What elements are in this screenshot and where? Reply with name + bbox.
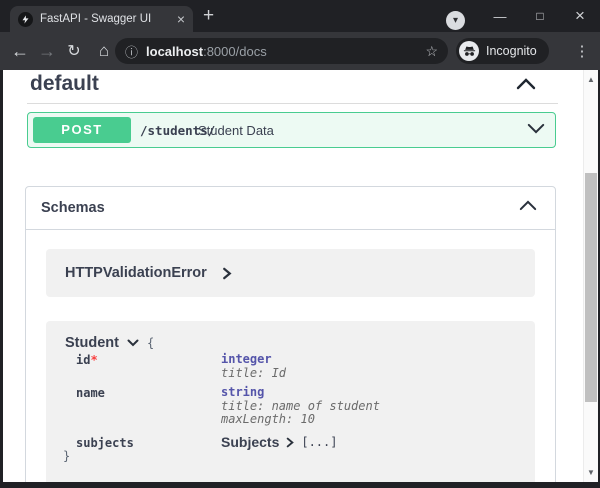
- property-detail: Subjects [...]: [221, 436, 380, 450]
- property-meta: maxLength: 10: [221, 413, 380, 427]
- window-controls: — □ ×: [480, 0, 600, 32]
- page-scrollbar[interactable]: ▲ ▼: [583, 70, 598, 482]
- tab-strip: FastAPI - Swagger UI × + ▾ — □ ×: [0, 0, 600, 32]
- url-text: localhost:8000/docs: [146, 44, 419, 59]
- model-student-properties: id* integer title: Id name string title:…: [76, 353, 380, 449]
- subjects-model-link[interactable]: Subjects: [221, 436, 279, 450]
- scrollbar-down-arrow-icon[interactable]: ▼: [584, 468, 598, 477]
- address-bar[interactable]: ⓘ localhost:8000/docs ☆: [115, 38, 448, 64]
- fastapi-favicon-icon: [18, 12, 33, 27]
- section-divider: [27, 103, 558, 104]
- schemas-title: Schemas: [41, 200, 105, 216]
- browser-menu-button[interactable]: ⋮: [570, 32, 594, 70]
- http-method-badge: POST: [33, 117, 131, 143]
- new-tab-button[interactable]: +: [203, 5, 214, 27]
- endpoint-expand-chevron-down-icon[interactable]: [527, 123, 545, 134]
- forward-button[interactable]: →: [33, 32, 61, 70]
- property-name: id*: [76, 354, 98, 368]
- url-path: :8000/docs: [203, 44, 267, 59]
- tab-title: FastAPI - Swagger UI: [40, 13, 171, 25]
- model-httpvalidationerror-name: HTTPValidationError: [65, 265, 207, 281]
- model-httpvalidationerror[interactable]: HTTPValidationError: [46, 249, 535, 297]
- property-detail: string title: name of student maxLength:…: [221, 386, 380, 427]
- model-student-header[interactable]: Student {: [65, 335, 154, 351]
- model-student: Student { id* integer title: Id: [46, 321, 535, 482]
- page-content: default POST /students/ Student Data Sch…: [3, 70, 598, 482]
- tab-close-icon[interactable]: ×: [177, 12, 185, 26]
- property-name: name: [76, 387, 105, 401]
- url-host: localhost: [146, 44, 203, 59]
- property-meta: title: name of student: [221, 400, 380, 414]
- required-asterisk: *: [90, 353, 97, 367]
- property-row-id: id* integer title: Id: [76, 353, 380, 380]
- browser-tab[interactable]: FastAPI - Swagger UI ×: [10, 6, 193, 32]
- browser-window: FastAPI - Swagger UI × + ▾ — □ × ← → ↻ ⌂…: [0, 0, 600, 488]
- schemas-section: Schemas HTTPValidationError Student: [25, 186, 556, 482]
- property-row-subjects: subjects Subjects [...]: [76, 436, 380, 450]
- open-brace: {: [147, 336, 154, 350]
- reload-button[interactable]: ↻: [60, 32, 88, 70]
- property-row-name: name string title: name of student maxLe…: [76, 386, 380, 427]
- browser-toolbar: ← → ↻ ⌂ ⓘ localhost:8000/docs ☆ Incognit…: [0, 32, 600, 70]
- close-window-button[interactable]: ×: [560, 6, 600, 26]
- home-button[interactable]: ⌂: [90, 32, 118, 70]
- property-name: subjects: [76, 437, 134, 451]
- schemas-collapse-chevron-up-icon: [519, 200, 537, 211]
- property-type: string: [221, 386, 380, 400]
- tab-search-button[interactable]: ▾: [446, 11, 465, 30]
- incognito-label: Incognito: [486, 44, 537, 58]
- model-student-name: Student: [65, 335, 119, 351]
- endpoint-post-students[interactable]: POST /students/ Student Data: [27, 112, 556, 148]
- site-info-icon[interactable]: ⓘ: [125, 42, 138, 61]
- incognito-badge: Incognito: [456, 38, 549, 64]
- model-expand-chevron-right-icon[interactable]: [286, 437, 294, 448]
- section-default-title[interactable]: default: [30, 72, 99, 96]
- minimize-button[interactable]: —: [480, 9, 520, 24]
- incognito-icon: [459, 41, 479, 61]
- model-collapse-chevron-down-icon[interactable]: [127, 339, 139, 347]
- model-expand-chevron-right-icon[interactable]: [222, 267, 232, 280]
- scrollbar-up-arrow-icon[interactable]: ▲: [584, 75, 598, 84]
- back-button[interactable]: ←: [6, 32, 34, 70]
- close-brace: }: [63, 449, 70, 463]
- maximize-button[interactable]: □: [520, 9, 560, 23]
- caret-down-icon: ▾: [453, 16, 458, 26]
- bookmark-star-icon[interactable]: ☆: [425, 43, 438, 60]
- section-collapse-chevron-up-icon[interactable]: [516, 78, 536, 90]
- endpoint-summary: Student Data: [198, 123, 274, 138]
- property-type: integer: [221, 353, 380, 367]
- property-meta: title: Id: [221, 367, 380, 381]
- scrollbar-thumb[interactable]: [585, 173, 597, 402]
- schemas-header[interactable]: Schemas: [26, 187, 555, 230]
- collapsed-array-value: [...]: [301, 436, 337, 450]
- property-detail: integer title: Id: [221, 353, 380, 380]
